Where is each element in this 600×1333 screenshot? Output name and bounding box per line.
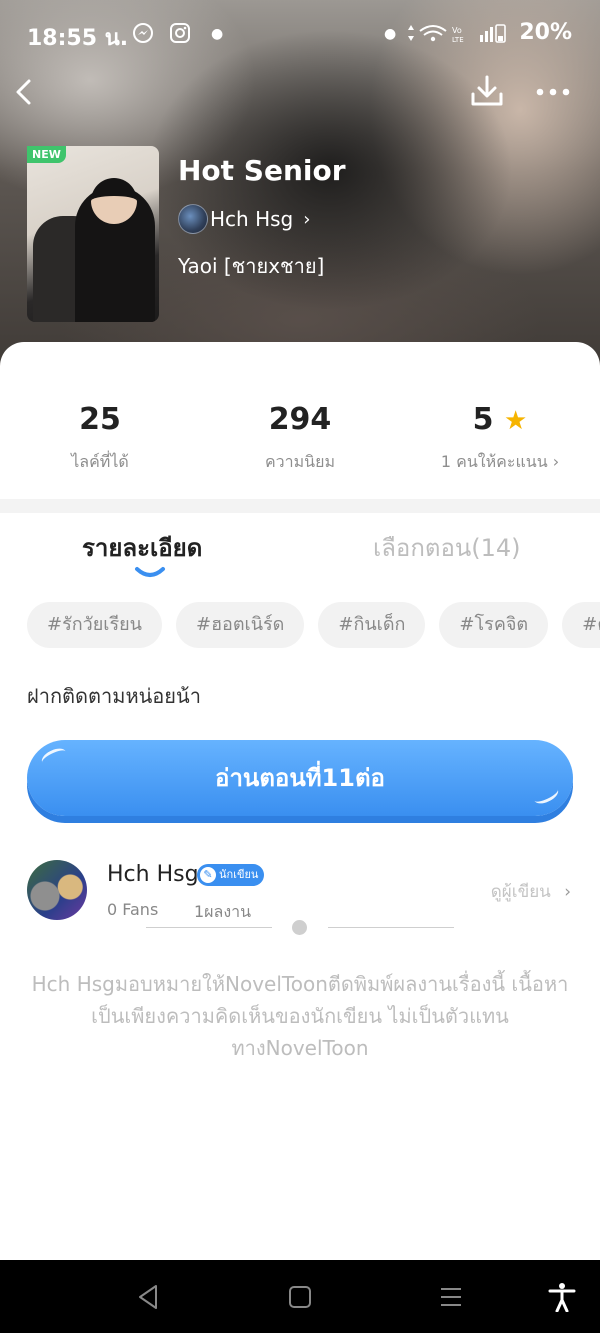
separator-dot (292, 920, 307, 935)
stat-likes: 25 ไลค์ที่ได้ (0, 400, 200, 475)
svg-text:LTE: LTE (452, 36, 464, 44)
accessibility-button[interactable] (547, 1282, 577, 1313)
stat-likes-label: ไลค์ที่ได้ (71, 452, 129, 471)
tag-chip[interactable]: #กินเด็ก (318, 602, 426, 648)
more-options-button[interactable] (534, 80, 572, 104)
dot-icon: ● (384, 26, 397, 42)
view-author-label: ดูผู้เขียน (490, 882, 551, 902)
more-icon (536, 88, 570, 96)
tab-indicator (135, 567, 165, 577)
recents-lines-icon (441, 1288, 461, 1306)
chevron-right-icon: › (552, 452, 560, 471)
system-nav-bar (0, 1260, 600, 1333)
back-arrow-icon (16, 79, 31, 105)
stat-popularity-label: ความนิยม (264, 452, 336, 471)
continue-reading-label: อ่านตอนที่11ต่อ (215, 764, 385, 792)
writer-badge-label: นักเขียน (219, 868, 259, 881)
book-cover (27, 146, 159, 322)
star-icon: ★ (504, 406, 528, 436)
separator-line (146, 927, 272, 928)
messenger-icon (132, 22, 154, 49)
tab-episodes[interactable]: เลือกตอน(14) (373, 528, 521, 567)
accessibility-icon (548, 1283, 576, 1313)
status-bar: 18:55 น. ● ● Vo LTE 20% (0, 14, 600, 54)
writer-badge: ✎ นักเขียน (197, 864, 265, 886)
separator-line (328, 927, 454, 928)
nav-recents-button[interactable] (436, 1282, 466, 1312)
tag-chip[interactable]: #โรคจิต (439, 602, 549, 648)
status-time: 18:55 น. (27, 26, 129, 51)
author-avatar[interactable] (27, 860, 87, 920)
download-icon (471, 75, 503, 106)
tag-list: #รักวัยเรียน #ฮอตเนิร์ด #กินเด็ก #โรคจิต #ค (27, 602, 600, 650)
book-genre: Yaoi [ชายxชาย] (178, 254, 325, 278)
stat-rating-label: 1 คนให้คะแนน (440, 452, 548, 471)
stat-popularity-value: 294 (268, 402, 332, 437)
new-badge: NEW (27, 146, 66, 163)
back-button[interactable] (10, 72, 40, 112)
header-background: 18:55 น. ● ● Vo LTE 20% NEW Hot Senior H… (0, 0, 600, 380)
view-author-link[interactable]: ดูผู้เขียน › (491, 878, 571, 905)
svg-text:Vo: Vo (452, 26, 462, 35)
section-divider (0, 499, 600, 513)
tab-bar: รายละเอียด เลือกตอน(14) (0, 522, 600, 582)
download-button[interactable] (468, 72, 506, 110)
nav-home-button[interactable] (285, 1282, 315, 1312)
stat-popularity: 294 ความนิยม (200, 400, 400, 475)
book-title: Hot Senior (178, 154, 346, 187)
dot-icon: ● (211, 26, 224, 42)
tag-chip[interactable]: #ค (562, 602, 600, 648)
copyright-disclaimer: Hch Hsgมอบหมายให้NovelToonตีดพิมพ์ผลงานเ… (31, 972, 569, 1060)
stat-rating-value: 5 (472, 402, 494, 437)
author-fans: 0 Fans (107, 900, 159, 919)
nav-back-button[interactable] (134, 1282, 164, 1312)
continue-reading-button[interactable]: อ่านตอนที่11ต่อ (27, 740, 573, 816)
stat-rating[interactable]: 5 ★ 1 คนให้คะแนน › (400, 400, 600, 475)
tag-chip[interactable]: #รักวัยเรียน (27, 602, 162, 648)
author-name: Hch Hsg (107, 862, 199, 887)
tab-details[interactable]: รายละเอียด (82, 528, 202, 567)
triangle-back-icon (139, 1285, 157, 1309)
tag-chip[interactable]: #ฮอตเนิร์ด (175, 602, 305, 648)
instagram-icon (169, 22, 191, 49)
stats-row: 25 ไลค์ที่ได้ 294 ความนิยม 5 ★ 1 คนให้คะ… (0, 400, 600, 480)
battery-percent: 20% (519, 20, 572, 45)
author-link[interactable]: Hch Hsg › (178, 202, 310, 236)
signal-cluster-icon: Vo LTE (406, 22, 506, 49)
pen-icon: ✎ (200, 867, 216, 883)
author-works: 1ผลงาน (194, 902, 252, 921)
book-description: ฝากติดตามหน่อยน้า (27, 684, 201, 708)
author-name-header: Hch Hsg (210, 207, 294, 231)
square-home-icon (289, 1286, 311, 1308)
chevron-right-icon: › (564, 882, 571, 902)
details-card: 25 ไลค์ที่ได้ 294 ความนิยม 5 ★ 1 คนให้คะ… (0, 342, 600, 1260)
chevron-right-icon: › (303, 208, 311, 230)
author-avatar-small (178, 204, 208, 234)
stat-likes-value: 25 (79, 402, 121, 437)
